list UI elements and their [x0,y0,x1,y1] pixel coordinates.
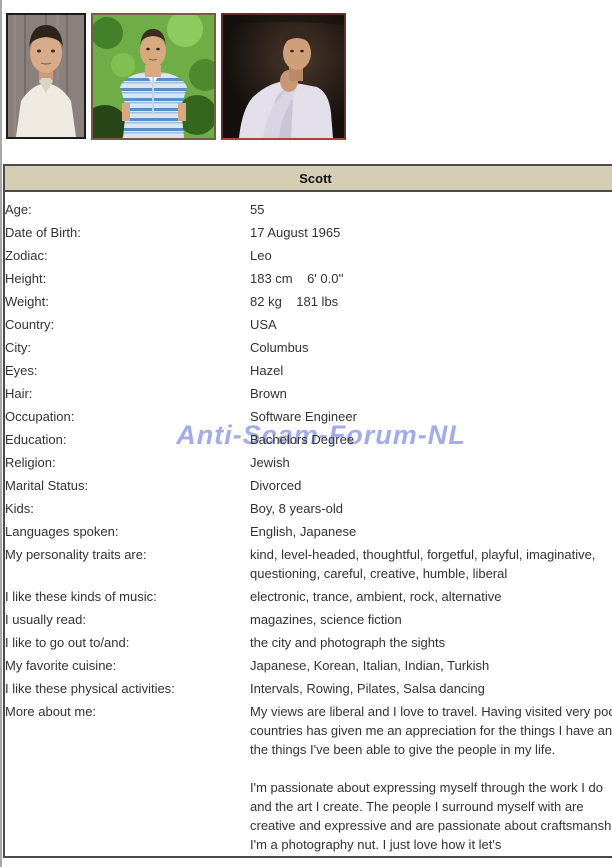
row-label: I like these kinds of music: [5,589,157,604]
row-label: More about me: [5,704,97,719]
profile-row: Zodiac: Leo [5,244,612,267]
row-value: the city and photograph the sights [250,635,446,650]
row-label: Date of Birth: [5,225,81,240]
photo-1-art [8,15,84,137]
profile-row: My personality traits are: kind, level-h… [5,543,612,585]
row-label: Religion: [5,455,56,470]
profile-row: Eyes: Hazel [5,359,612,382]
row-value: Brown [250,386,287,401]
profile-card: Scott Age: 55 Date of Birth: 17 August 1… [3,164,612,858]
profile-row: I usually read: magazines, science ficti… [5,608,612,631]
profile-row: Kids: Boy, 8 years-old [5,497,612,520]
profile-table-body: Age: 55 Date of Birth: 17 August 1965 Zo… [5,192,612,856]
profile-name-header: Scott [5,166,612,192]
profile-row: I like to go out to/and: the city and ph… [5,631,612,654]
row-value: Columbus [250,340,309,355]
row-value: 183 cm 6' 0.0'' [250,271,344,286]
row-label: Languages spoken: [5,524,119,539]
row-value: 82 kg 181 lbs [250,294,339,309]
profile-photo-2[interactable] [91,13,216,140]
profile-row: Country: USA [5,313,612,336]
profile-row: More about me: My views are liberal and … [5,700,612,856]
row-value: 55 [250,202,265,217]
row-label: Height: [5,271,47,286]
row-value: kind, level-headed, thoughtful, forgetfu… [250,547,600,581]
row-value: Intervals, Rowing, Pilates, Salsa dancin… [250,681,485,696]
row-label: Age: [5,202,32,217]
row-label: Weight: [5,294,49,309]
row-value: Jewish [250,455,290,470]
row-label: My favorite cuisine: [5,658,117,673]
profile-row: Religion: Jewish [5,451,612,474]
profile-table: Age: 55 Date of Birth: 17 August 1965 Zo… [5,192,612,856]
profile-row: Age: 55 [5,192,612,221]
row-value: My views are liberal and I love to trave… [250,704,612,852]
row-label: City: [5,340,31,355]
row-label: Zodiac: [5,248,48,263]
row-label: Marital Status: [5,478,89,493]
photo-strip [2,0,612,140]
row-value: Divorced [250,478,302,493]
row-value: Boy, 8 years-old [250,501,343,516]
row-label: Occupation: [5,409,75,424]
row-value: Leo [250,248,272,263]
row-value: USA [250,317,277,332]
row-value: magazines, science fiction [250,612,402,627]
profile-row: I like these kinds of music: electronic,… [5,585,612,608]
row-value: Japanese, Korean, Italian, Indian, Turki… [250,658,490,673]
row-value: Software Engineer [250,409,357,424]
profile-row: Weight: 82 kg 181 lbs [5,290,612,313]
row-label: Country: [5,317,55,332]
row-label: I like to go out to/and: [5,635,130,650]
row-value: electronic, trance, ambient, rock, alter… [250,589,502,604]
row-label: I like these physical activities: [5,681,175,696]
row-value: Hazel [250,363,284,378]
row-label: Eyes: [5,363,38,378]
profile-photo-3[interactable] [221,13,346,140]
photo-3-art [223,15,344,138]
row-label: My personality traits are: [5,547,147,562]
row-label: I usually read: [5,612,86,627]
row-label: Education: [5,432,67,447]
profile-row: My favorite cuisine: Japanese, Korean, I… [5,654,612,677]
profile-row: City: Columbus [5,336,612,359]
row-label: Kids: [5,501,34,516]
profile-row: Date of Birth: 17 August 1965 [5,221,612,244]
row-value: Bachelors Degree [250,432,355,447]
row-label: Hair: [5,386,33,401]
row-value: English, Japanese [250,524,357,539]
profile-row: Height: 183 cm 6' 0.0'' [5,267,612,290]
profile-row: Languages spoken: English, Japanese [5,520,612,543]
profile-row: Education: Bachelors Degree [5,428,612,451]
forum-post-page: { "watermark": { "text": "Anti-Scam-Foru… [0,0,612,867]
profile-photo-1[interactable] [6,13,86,139]
profile-row: Hair: Brown [5,382,612,405]
profile-row: Occupation: Software Engineer [5,405,612,428]
profile-row: Marital Status: Divorced [5,474,612,497]
row-value: 17 August 1965 [250,225,341,240]
photo-2-art [93,15,214,138]
profile-row: I like these physical activities: Interv… [5,677,612,700]
